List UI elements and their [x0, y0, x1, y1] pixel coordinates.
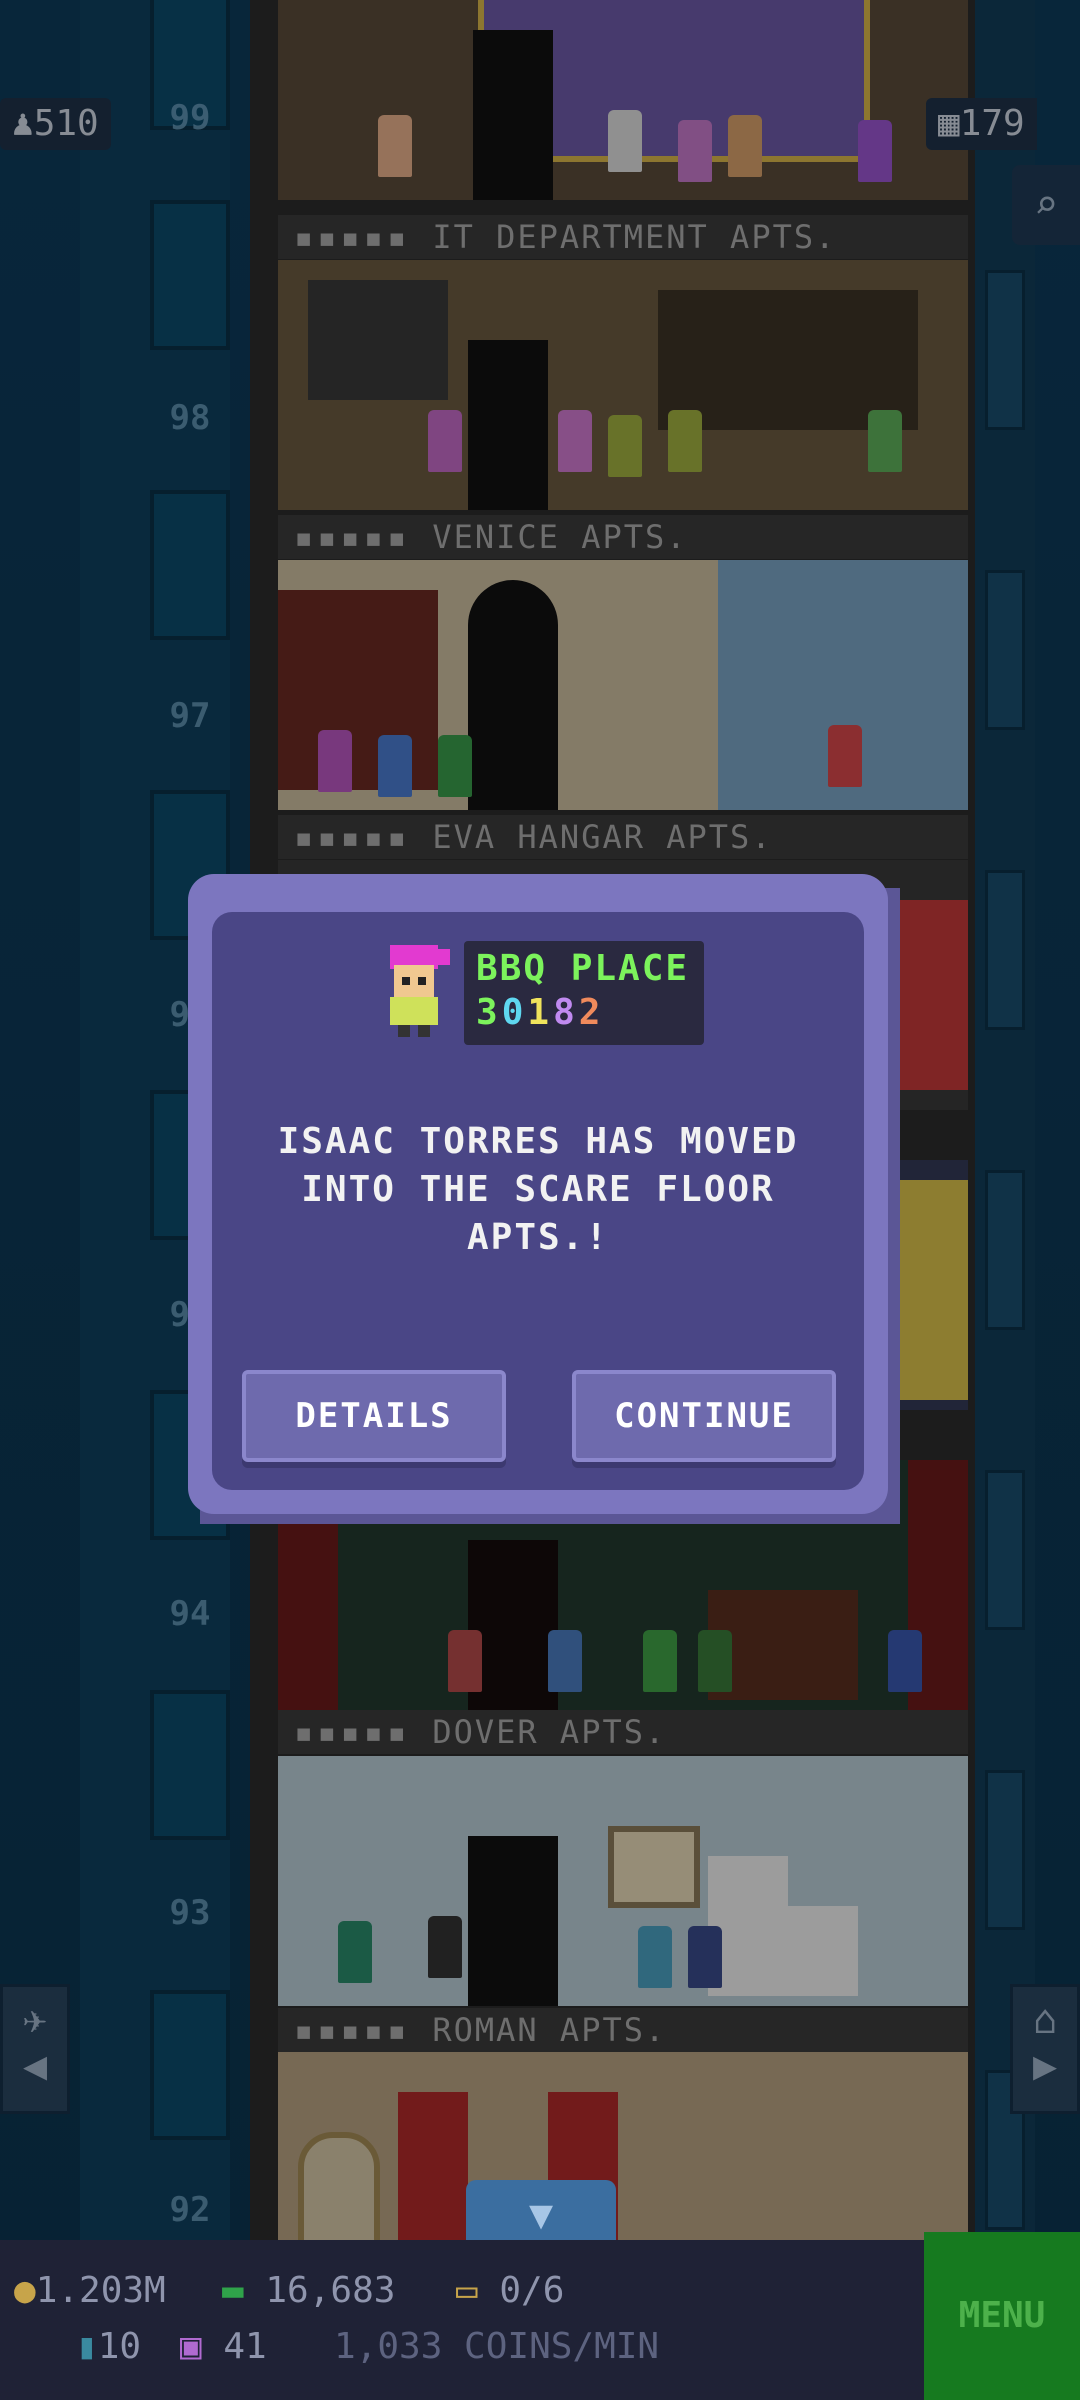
bottom-status-bar — [0, 2240, 1080, 2400]
coins-per-minute: 1,033 COINS/MIN — [334, 2326, 660, 2367]
tv-counter[interactable]: ▣ 41 — [180, 2326, 267, 2367]
move-in-message: ISAAC TORRES HAS MOVED INTO THE SCARE FL… — [277, 1121, 799, 1258]
bitizen-avatar — [390, 945, 450, 1037]
bux-counter[interactable]: ▬ 16,683 — [222, 2270, 395, 2311]
menu-button[interactable]: MENU — [924, 2232, 1080, 2400]
code-digit: 3 — [476, 992, 502, 1033]
continue-button[interactable]: CONTINUE — [572, 1370, 836, 1462]
details-button[interactable]: DETAILS — [242, 1370, 506, 1462]
code-digit: 0 — [501, 992, 528, 1033]
bitizen-counter[interactable]: ▮10 — [76, 2326, 141, 2367]
bux-icon: ▬ — [222, 2270, 244, 2311]
dream-job-code: 30182 — [476, 992, 604, 1033]
coin-icon: ● — [14, 2270, 36, 2311]
tickets-counter[interactable]: ▭ 0/6 — [456, 2270, 564, 2311]
ticket-icon: ▭ — [456, 2270, 478, 2311]
code-digit: 1 — [527, 992, 554, 1033]
code-digit: 8 — [553, 992, 579, 1033]
dream-job-name: BBQ PLACE — [476, 948, 690, 989]
code-digit: 2 — [578, 992, 605, 1033]
tv-icon: ▣ — [180, 2326, 202, 2367]
chevron-down-icon: ▼ — [528, 2192, 554, 2238]
coins-counter[interactable]: ●1.203M — [14, 2270, 166, 2311]
bitizen-icon: ▮ — [76, 2326, 98, 2367]
